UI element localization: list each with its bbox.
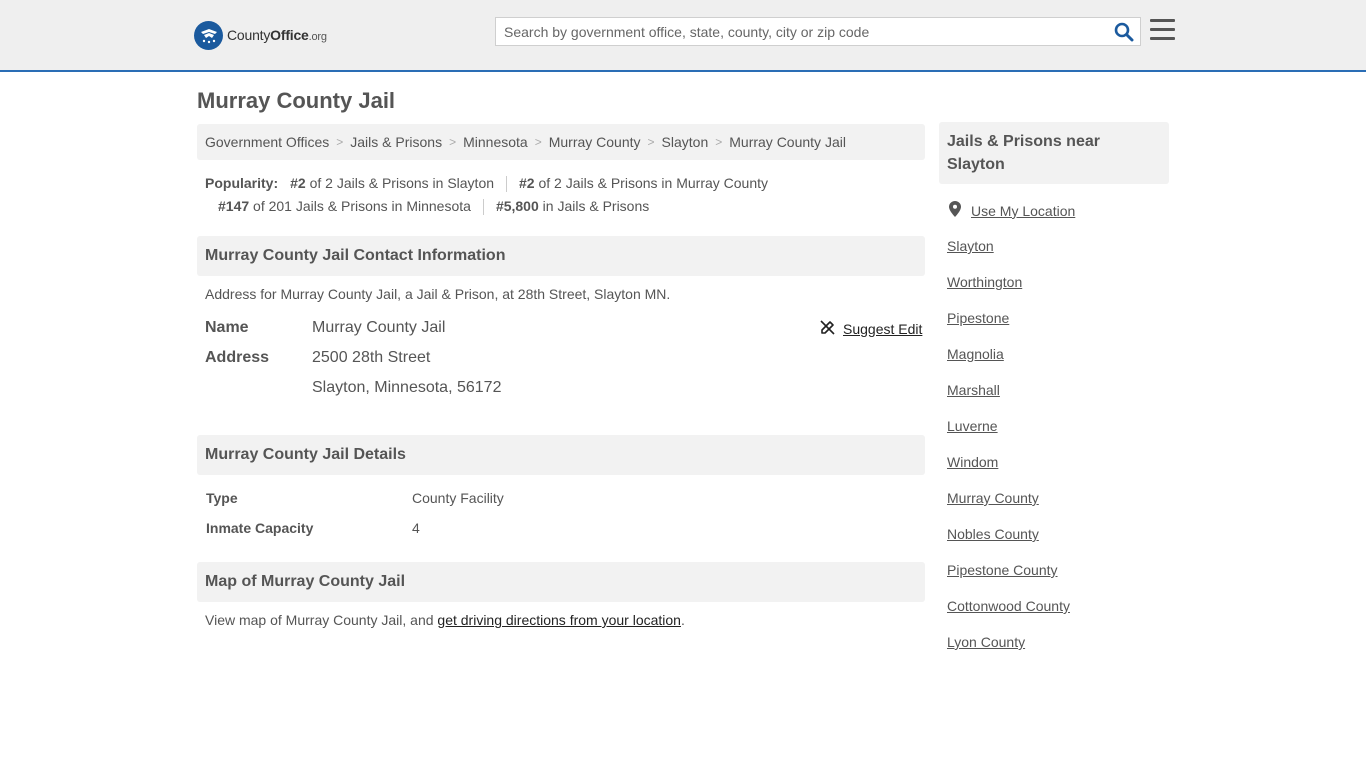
- logo-brand-text: County: [227, 27, 271, 43]
- nearby-link-slayton[interactable]: Slayton: [947, 236, 1070, 272]
- breadcrumb-item-slayton[interactable]: Slayton: [662, 134, 709, 150]
- nearby-link-pipestone[interactable]: Pipestone: [947, 308, 1070, 344]
- page-title: Murray County Jail: [197, 88, 396, 113]
- nearby-link-murray-county[interactable]: Murray County: [947, 488, 1070, 524]
- breadcrumb-item-current[interactable]: Murray County Jail: [729, 134, 846, 150]
- map-pin-icon: [949, 201, 961, 220]
- chevron-right-icon: >: [534, 135, 542, 149]
- breadcrumb-item-minnesota[interactable]: Minnesota: [463, 134, 528, 150]
- popularity-rankings: Popularity: #2 of 2 Jails & Prisons in S…: [205, 172, 925, 218]
- use-my-location-label: Use My Location: [971, 202, 1076, 219]
- nearby-link-cottonwood-county[interactable]: Cottonwood County: [947, 596, 1070, 632]
- sidebar-heading: Jails & Prisons near Slayton: [939, 122, 1169, 184]
- site-logo[interactable]: CountyOffice.org: [194, 20, 327, 50]
- nearby-link-pipestone-county[interactable]: Pipestone County: [947, 560, 1070, 596]
- name-label: Name: [205, 319, 249, 336]
- breadcrumb-item-jails-prisons[interactable]: Jails & Prisons: [350, 134, 442, 150]
- breadcrumb-item-murray-county[interactable]: Murray County: [549, 134, 641, 150]
- chevron-right-icon: >: [336, 135, 344, 149]
- nearby-link-luverne[interactable]: Luverne: [947, 416, 1070, 452]
- popularity-line-2: #147 of 201 Jails & Prisons in Minnesota…: [205, 195, 925, 218]
- popularity-line-1: Popularity: #2 of 2 Jails & Prisons in S…: [205, 172, 925, 195]
- address-label: Address: [205, 349, 270, 366]
- contact-description: Address for Murray County Jail, a Jail &…: [205, 286, 671, 302]
- edit-icon: [820, 320, 835, 338]
- nearby-link-magnolia[interactable]: Magnolia: [947, 344, 1070, 380]
- nearby-link-worthington[interactable]: Worthington: [947, 272, 1070, 308]
- popularity-label: Popularity:: [205, 175, 279, 191]
- popularity-item: #2 of 2 Jails & Prisons in Murray County: [519, 175, 769, 191]
- detail-value-type: County Facility: [412, 490, 504, 506]
- popularity-item: #2 of 2 Jails & Prisons in Slayton: [290, 175, 495, 191]
- driving-directions-link[interactable]: get driving directions from your locatio…: [437, 612, 681, 628]
- use-my-location-link[interactable]: Use My Location: [949, 201, 1075, 220]
- nearby-link-lyon-county[interactable]: Lyon County: [947, 632, 1070, 668]
- suggest-edit-label: Suggest Edit: [843, 321, 923, 337]
- logo-brand-bold-text: Office: [270, 27, 309, 43]
- top-navigation-bar: CountyOffice.org: [0, 0, 1366, 72]
- address-line-2: Slayton, Minnesota, 56172: [312, 379, 502, 396]
- popularity-item: #5,800 in Jails & Prisons: [495, 198, 650, 214]
- detail-value-inmate-capacity: 4: [412, 520, 420, 536]
- logo-tld-text: .org: [308, 31, 327, 43]
- logo-wordmark: CountyOffice.org: [227, 27, 327, 43]
- nearby-link-nobles-county[interactable]: Nobles County: [947, 524, 1070, 560]
- county-seal-icon: [194, 20, 223, 50]
- search-input[interactable]: [496, 18, 1096, 45]
- hamburger-menu-icon[interactable]: [1150, 19, 1175, 41]
- contact-section-heading: Murray County Jail Contact Information: [197, 236, 925, 276]
- popularity-item: #147 of 201 Jails & Prisons in Minnesota: [218, 198, 471, 214]
- chevron-right-icon: >: [715, 135, 723, 149]
- breadcrumb: Government Offices > Jails & Prisons > M…: [197, 124, 925, 160]
- nearby-jails-list: Slayton Worthington Pipestone Magnolia M…: [947, 236, 1070, 668]
- address-line-1: 2500 28th Street: [312, 349, 431, 366]
- name-value: Murray County Jail: [312, 319, 446, 336]
- divider: [506, 175, 508, 192]
- search-box: [495, 17, 1141, 46]
- breadcrumb-item-government-offices[interactable]: Government Offices: [205, 134, 329, 150]
- chevron-right-icon: >: [647, 135, 655, 149]
- detail-label-inmate-capacity: Inmate Capacity: [206, 520, 314, 536]
- search-icon[interactable]: [1114, 22, 1134, 42]
- chevron-right-icon: >: [449, 135, 457, 149]
- detail-label-type: Type: [206, 490, 238, 506]
- map-section-heading: Map of Murray County Jail: [197, 562, 925, 602]
- map-description: View map of Murray County Jail, and get …: [205, 612, 685, 628]
- suggest-edit-link[interactable]: Suggest Edit: [820, 320, 922, 338]
- divider: [482, 198, 484, 215]
- details-section-heading: Murray County Jail Details: [197, 435, 925, 475]
- nearby-link-windom[interactable]: Windom: [947, 452, 1070, 488]
- nearby-link-marshall[interactable]: Marshall: [947, 380, 1070, 416]
